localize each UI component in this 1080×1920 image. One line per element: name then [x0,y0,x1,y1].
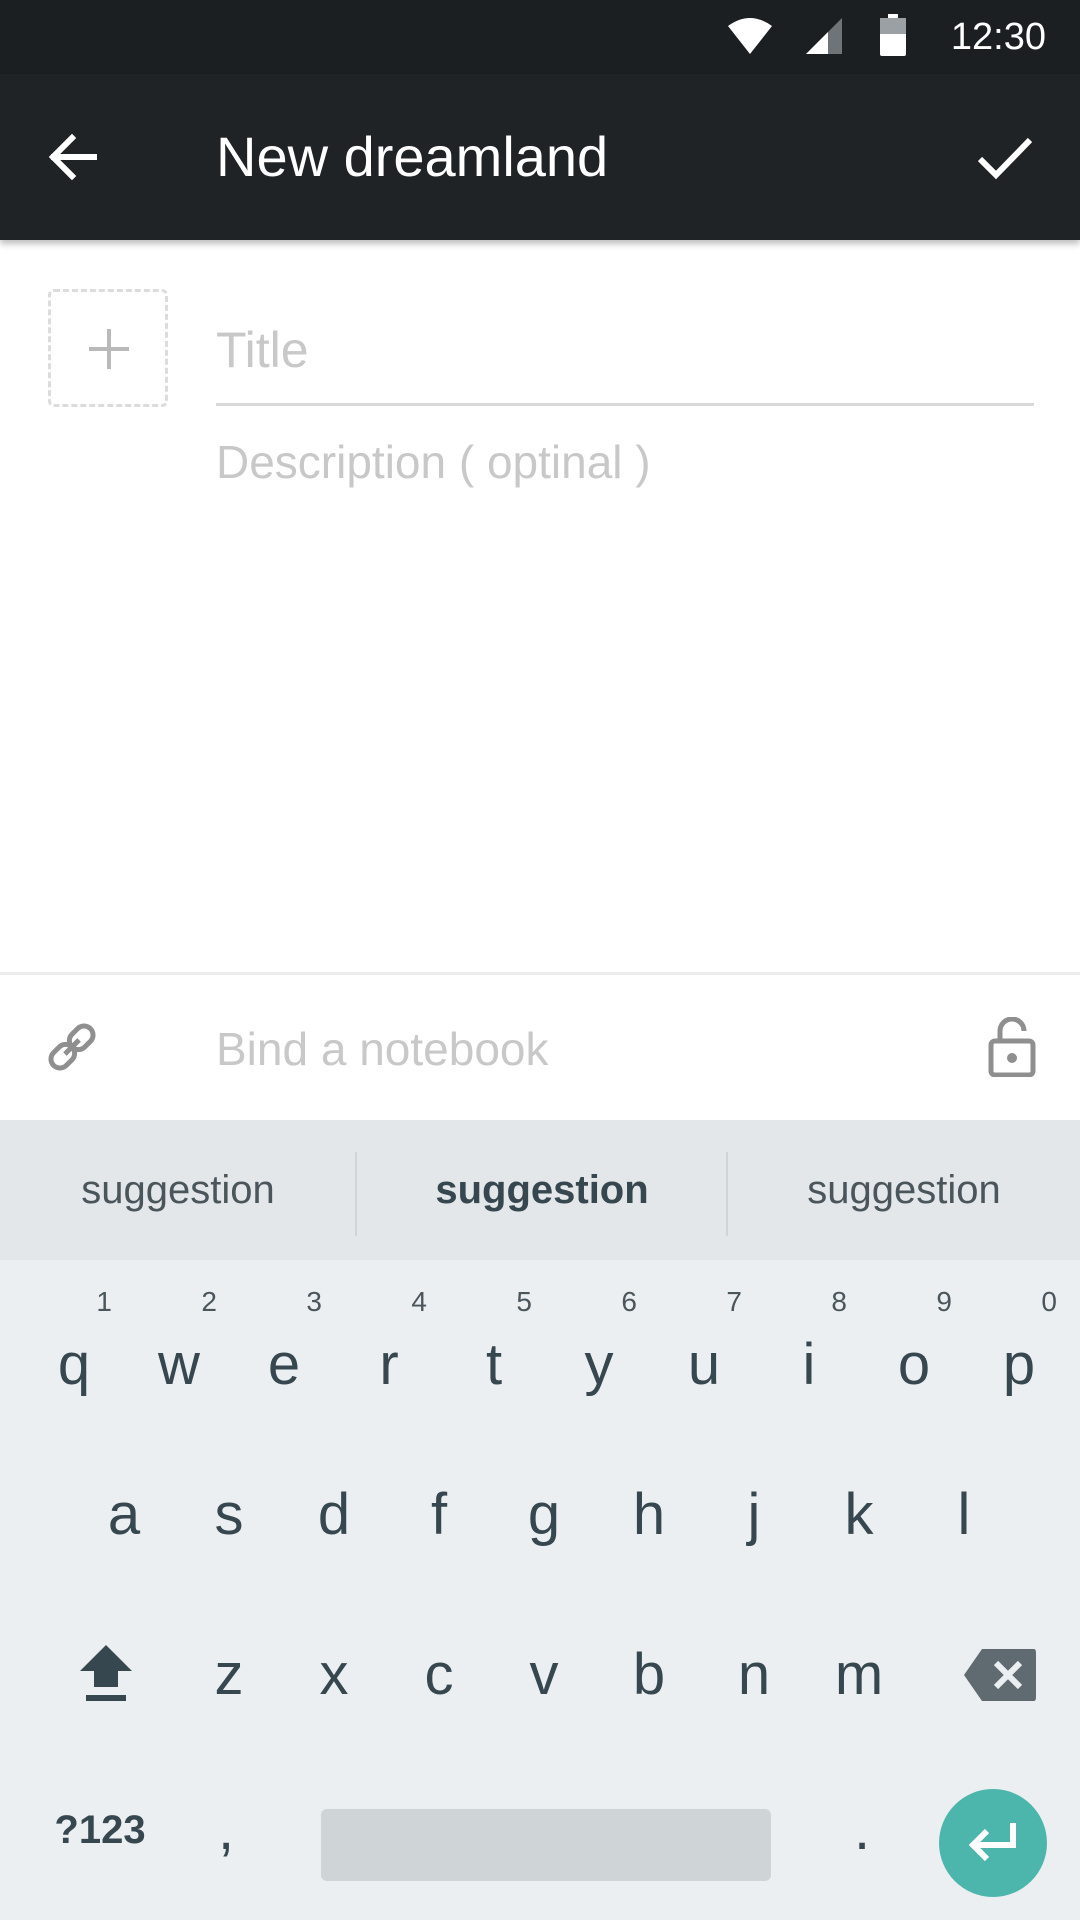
symbols-key[interactable]: ?123 [40,1780,160,1880]
key-comma[interactable]: , [176,1780,276,1880]
shift-icon [80,1645,132,1701]
key-t[interactable]: t5 [444,1287,544,1415]
lock-open-icon[interactable] [988,1017,1036,1077]
app-bar: New dreamland [0,74,1080,240]
cell-signal-icon [806,18,842,54]
plus-icon [89,329,129,369]
key-s[interactable]: s [179,1465,279,1565]
suggestion-bar: suggestion suggestion suggestion [0,1120,1080,1260]
key-c[interactable]: c [389,1625,489,1725]
key-f[interactable]: f [389,1465,489,1565]
key-b[interactable]: b [599,1625,699,1725]
backspace-key[interactable] [940,1625,1060,1725]
spacebar[interactable] [321,1809,771,1881]
key-r[interactable]: r4 [339,1287,439,1415]
key-d[interactable]: d [284,1465,384,1565]
key-a[interactable]: a [74,1465,174,1565]
suggestion-left[interactable]: suggestion [0,1120,356,1260]
suggestion-right[interactable]: suggestion [728,1120,1080,1260]
bind-notebook-row[interactable]: Bind a notebook [0,975,1080,1120]
check-icon[interactable] [974,126,1036,188]
key-x[interactable]: x [284,1625,384,1725]
description-input[interactable] [216,430,1034,950]
add-image-button[interactable] [48,289,168,407]
enter-icon [968,1823,1016,1862]
key-u[interactable]: u7 [654,1287,754,1415]
key-w[interactable]: w2 [129,1287,229,1415]
page-title: New dreamland [216,125,609,188]
key-period[interactable]: . [812,1780,912,1880]
shift-key[interactable] [56,1625,156,1725]
link-icon [48,1023,96,1071]
key-h[interactable]: h [599,1465,699,1565]
key-k[interactable]: k [809,1465,909,1565]
key-l[interactable]: l [914,1465,1014,1565]
arrow-back-icon[interactable] [42,126,104,188]
key-z[interactable]: z [179,1625,279,1725]
key-q[interactable]: q1 [24,1287,124,1415]
key-n[interactable]: n [704,1625,804,1725]
key-j[interactable]: j [704,1465,804,1565]
key-o[interactable]: o9 [864,1287,964,1415]
suggestion-center[interactable]: suggestion [357,1120,727,1260]
key-v[interactable]: v [494,1625,594,1725]
key-p[interactable]: p0 [969,1287,1069,1415]
bind-notebook-label: Bind a notebook [216,1023,549,1075]
clock: 12:30 [950,16,1046,58]
status-bar: 12:30 [0,0,1080,74]
key-i[interactable]: i8 [759,1287,859,1415]
soft-keyboard: suggestion suggestion suggestion q1 w2 e… [0,1120,1080,1920]
title-input[interactable] [216,310,1034,406]
key-e[interactable]: e3 [234,1287,334,1415]
enter-key[interactable] [939,1789,1047,1897]
key-g[interactable]: g [494,1465,594,1565]
wifi-icon [728,18,772,54]
key-m[interactable]: m [809,1625,909,1725]
backspace-icon [964,1649,1036,1701]
key-y[interactable]: y6 [549,1287,649,1415]
battery-icon [880,14,906,56]
